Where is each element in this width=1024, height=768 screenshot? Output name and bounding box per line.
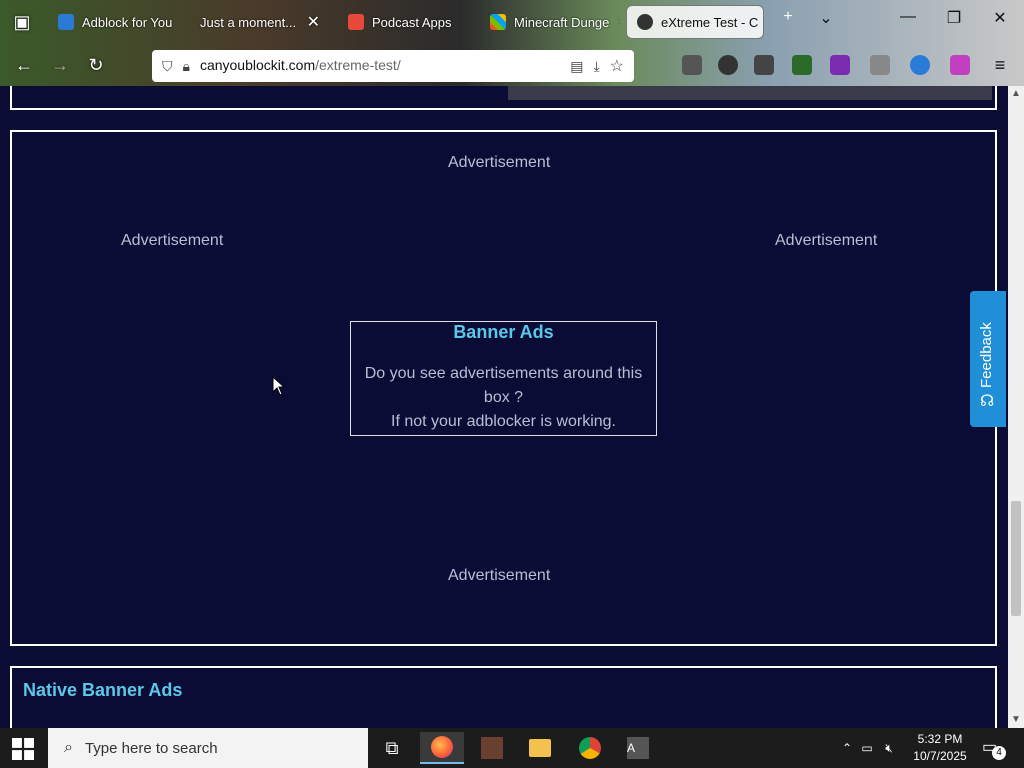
extension-icon[interactable] <box>950 55 970 75</box>
ad-slot-bottom[interactable]: Advertisement <box>448 567 550 585</box>
back-icon[interactable]: ← <box>12 53 36 77</box>
tab-label: Podcast Apps <box>372 14 452 30</box>
extension-icon[interactable] <box>910 55 930 75</box>
file-explorer-icon[interactable] <box>518 732 562 764</box>
extensions-icon[interactable] <box>754 55 774 75</box>
system-tray: ⌃ ▭ 🔇︎ <box>838 728 900 768</box>
tab-label: Just a moment... <box>200 14 297 30</box>
app-icon[interactable] <box>470 732 514 764</box>
browser-chrome: ▣ Adblock for You Just a moment... ✕ Pod… <box>0 0 1024 86</box>
banner-line-2: If not your adblocker is working. <box>391 413 616 430</box>
close-icon[interactable]: ✕ <box>307 12 320 32</box>
banner-title: Banner Ads <box>453 322 554 342</box>
microsoft-icon <box>490 14 506 30</box>
feedback-button[interactable]: Feedback ☊ <box>970 291 1006 427</box>
tab-minecraft[interactable]: Minecraft Dunge ✕ <box>480 6 620 38</box>
address-bar[interactable]: ⛉ 🔒︎ canyoublockit.com/extreme-test/ ▤ ⤓… <box>152 50 634 82</box>
tab-bar: ▣ Adblock for You Just a moment... ✕ Pod… <box>0 0 1024 44</box>
clock-time: 5:32 PM <box>917 732 963 746</box>
feedback-label: Feedback <box>978 322 995 388</box>
extension-icon[interactable] <box>830 55 850 75</box>
banner-description: Do you see advertisements around this bo… <box>351 362 656 434</box>
shield-icon[interactable]: ⛉ <box>162 58 173 75</box>
account-icon[interactable] <box>718 55 738 75</box>
tab-adblock[interactable]: Adblock for You <box>48 6 178 38</box>
reload-icon[interactable]: ↻ <box>84 53 108 77</box>
reader-view-icon[interactable]: ▤ <box>570 58 583 75</box>
extension-icon[interactable] <box>870 55 890 75</box>
ad-slot-right[interactable]: Advertisement <box>775 232 877 250</box>
app-a-icon[interactable]: A <box>616 732 660 764</box>
windows-start-icon[interactable] <box>12 738 34 760</box>
page-content: Advertisement Advertisement Advertisemen… <box>0 86 1008 728</box>
banner-test-box: Banner Ads Do you see advertisements aro… <box>350 321 657 436</box>
search-icon: ⌕ <box>64 739 73 756</box>
downloads-icon[interactable] <box>682 55 702 75</box>
close-icon[interactable]: ✕ <box>617 12 620 32</box>
scroll-up-icon[interactable]: ▲ <box>1011 88 1021 99</box>
tab-just-a-moment[interactable]: Just a moment... ✕ <box>190 6 330 38</box>
forward-icon[interactable]: → <box>48 53 72 77</box>
banner-line-1: Do you see advertisements around this bo… <box>364 365 643 406</box>
close-window-icon[interactable]: ✕ <box>980 8 1020 28</box>
taskbar-search-box[interactable]: ⌕ Type here to search <box>48 728 368 768</box>
tab-label: eXtreme Test - C <box>661 14 759 30</box>
maximize-icon[interactable]: ❐ <box>934 8 974 28</box>
video-thumbnail <box>508 86 992 100</box>
star-icon[interactable]: ☆ <box>610 56 624 76</box>
menu-icon[interactable]: ≡ <box>988 53 1012 77</box>
scroll-thumb[interactable] <box>1011 501 1021 616</box>
network-icon[interactable]: ▭ <box>856 741 878 755</box>
previous-section-box <box>10 86 997 110</box>
firefox-icon[interactable] <box>420 732 464 764</box>
chat-icon: ☊ <box>980 393 995 410</box>
tab-podcast[interactable]: Podcast Apps <box>338 6 478 38</box>
mouse-cursor <box>272 376 286 396</box>
windows-taskbar: ⌕ Type here to search ⧉ A ⌃ ▭ 🔇︎ 5:32 PM… <box>0 728 1024 768</box>
chevron-down-icon[interactable]: ⌄ <box>806 8 846 28</box>
minecraft-extension-icon[interactable] <box>792 55 812 75</box>
tab-label: Adblock for You <box>82 14 173 30</box>
minimize-icon[interactable]: — <box>888 8 928 26</box>
chrome-icon[interactable] <box>568 732 612 764</box>
search-placeholder: Type here to search <box>84 739 218 757</box>
lock-icon[interactable]: 🔒︎ <box>183 58 190 75</box>
chevron-up-icon[interactable]: ⌃ <box>838 741 856 755</box>
new-tab-icon[interactable]: + <box>768 8 808 26</box>
download-page-icon[interactable]: ⤓ <box>593 58 599 75</box>
native-section-title: Native Banner Ads <box>23 680 183 700</box>
url-path: /extreme-test/ <box>315 57 401 73</box>
scroll-down-icon[interactable]: ▼ <box>1011 714 1021 725</box>
system-clock[interactable]: 5:32 PM 10/7/2025 <box>905 731 975 765</box>
podcast-icon <box>348 14 364 30</box>
tab-label: Minecraft Dunge <box>514 14 610 30</box>
url-host: canyoublockit.com <box>199 57 316 73</box>
puzzle-icon <box>58 14 74 30</box>
tab-list-icon[interactable]: ▣ <box>10 10 34 34</box>
tab-extreme-test[interactable]: eXtreme Test - C ✕ <box>626 5 764 39</box>
ad-slot-left[interactable]: Advertisement <box>121 232 223 250</box>
ad-slot-top[interactable]: Advertisement <box>448 154 550 172</box>
clock-date: 10/7/2025 <box>913 749 967 763</box>
shield-icon <box>637 14 653 30</box>
task-view-icon[interactable]: ⧉ <box>370 732 414 764</box>
volume-muted-icon[interactable]: 🔇︎ <box>878 741 900 756</box>
page-scrollbar[interactable]: ▲ ▼ <box>1008 86 1024 728</box>
notification-count: 4 <box>992 746 1006 760</box>
